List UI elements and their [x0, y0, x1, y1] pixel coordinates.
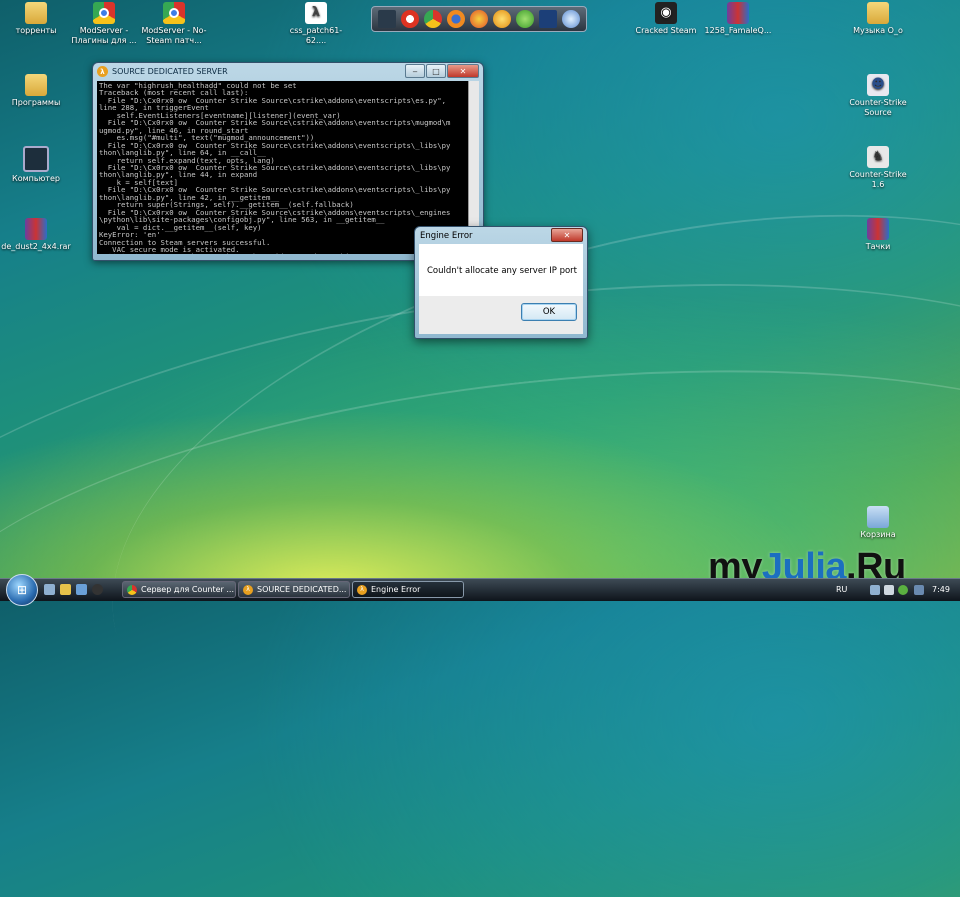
dialog-title: Engine Error	[420, 230, 473, 241]
desktop-icon-label: Компьютер	[12, 174, 60, 183]
window-controls: ‒ □ ✕	[404, 64, 479, 78]
desktop-icon-modserver-nosteam[interactable]: ModServer - No-Steam патч...	[138, 2, 210, 46]
desktop-icon-label: Музыка О_о	[853, 26, 903, 35]
desktop-icon-label: Программы	[11, 98, 61, 107]
desktop-icon-label: Counter-Strike 1.6	[849, 170, 907, 189]
monitor-tray-icon[interactable]	[914, 585, 924, 595]
close-button[interactable]: ✕	[447, 64, 479, 78]
taskbar-item-label: Engine Error	[371, 585, 421, 594]
cs16-icon: ♞	[867, 146, 889, 168]
taskbar-item-source-server[interactable]: λ SOURCE DEDICATED...	[238, 581, 350, 598]
desktop-icon-famaleq[interactable]: 1258_FamaleQ...	[702, 2, 774, 36]
desktop-icon-label: css_patch61-62....	[289, 26, 343, 45]
taskbar: ⊞ Сервер для Counter ... λ SOURCE DEDICA…	[0, 574, 960, 606]
utorrent-icon[interactable]	[516, 10, 535, 28]
start-button[interactable]: ⊞	[6, 574, 38, 606]
winrar-icon	[25, 218, 47, 240]
clock[interactable]: 7:49	[932, 585, 950, 594]
source-server-icon: λ	[243, 584, 253, 595]
desktop-icon-computer[interactable]: Компьютер	[0, 146, 72, 184]
desktop-icon-label: de_dust2_4x4.rar	[1, 242, 71, 251]
cs-source-icon: ☻	[867, 74, 889, 96]
chrome-icon	[93, 2, 115, 24]
desktop-icon-recycle-bin[interactable]: Корзина	[842, 506, 914, 540]
desktop-icon-de-dust2[interactable]: de_dust2_4x4.rar	[0, 218, 72, 252]
desktop-icon-programs[interactable]: Программы	[0, 74, 72, 108]
maximize-button[interactable]: □	[426, 64, 446, 78]
desktop-icon-modserver-plugins[interactable]: ModServer - Плагины для ...	[68, 2, 140, 46]
dialog-message: Couldn't allocate any server IP port	[419, 244, 583, 296]
desktop-icon-label: 1258_FamaleQ...	[704, 26, 772, 35]
quicklaunch-dock	[371, 6, 587, 32]
desktop-icon-label: Тачки	[865, 242, 891, 251]
console-output[interactable]: The var "highrush_healthadd" could not b…	[97, 81, 469, 254]
game-icon[interactable]	[469, 10, 488, 28]
network-tray-icon[interactable]	[870, 585, 880, 595]
desktop-icon-label: Cracked Steam	[635, 26, 697, 35]
desktop-icon-label: ModServer - Плагины для ...	[71, 26, 137, 45]
show-desktop-icon[interactable]	[44, 584, 55, 595]
desktop-icon-label: Корзина	[860, 530, 896, 539]
ok-button[interactable]: OK	[521, 303, 577, 321]
console-title: SOURCE DEDICATED SERVER	[112, 67, 228, 76]
folder-icon	[25, 2, 47, 24]
photoshop-icon[interactable]	[539, 10, 558, 28]
steam-icon: ◉	[655, 2, 677, 24]
desktop-icon-tachki[interactable]: Тачки	[842, 218, 914, 252]
engine-error-dialog[interactable]: Engine Error ✕ Couldn't allocate any ser…	[414, 226, 588, 339]
opera-icon[interactable]	[400, 10, 419, 28]
desktop-icon-cs-source[interactable]: ☻ Counter-Strike Source	[842, 74, 914, 118]
taskbar-item-label: Сервер для Counter ...	[141, 585, 234, 594]
desktop-icon-cs16[interactable]: ♞ Counter-Strike 1.6	[842, 146, 914, 190]
dialog-footer: OK	[419, 296, 583, 334]
chrome-icon	[163, 2, 185, 24]
desktop-icon-music[interactable]: Музыка О_о	[842, 2, 914, 36]
recycle-bin-icon	[867, 506, 889, 528]
desktop-icon-label: ModServer - No-Steam патч...	[141, 26, 207, 45]
desktop-icon-torrents[interactable]: торренты	[0, 2, 72, 36]
desktop-icon-cracked-steam[interactable]: ◉ Cracked Steam	[630, 2, 702, 36]
taskbar-item-server[interactable]: Сервер для Counter ...	[122, 581, 236, 598]
taskbar-item-engine-error[interactable]: λ Engine Error	[352, 581, 464, 598]
mail-icon[interactable]	[493, 10, 512, 28]
volume-tray-icon[interactable]	[884, 585, 894, 595]
monitor-icon[interactable]	[377, 10, 396, 28]
chrome-icon[interactable]	[423, 10, 442, 28]
winrar-icon	[867, 218, 889, 240]
winrar-icon	[727, 2, 749, 24]
computer-icon	[23, 146, 49, 172]
dialog-close-button[interactable]: ✕	[551, 228, 583, 242]
firefox-icon[interactable]	[446, 10, 465, 28]
language-indicator[interactable]: RU	[836, 585, 847, 594]
network-icon[interactable]	[562, 10, 581, 28]
desktop-icon-css-patch[interactable]: λ css_patch61-62....	[280, 2, 352, 46]
chrome-icon	[127, 584, 137, 595]
minimize-button[interactable]: ‒	[405, 64, 425, 78]
windows-logo-icon: ⊞	[16, 583, 28, 597]
utorrent-tray-icon[interactable]	[898, 585, 908, 595]
source-server-icon: λ	[97, 66, 108, 77]
desktop-icon-label: торренты	[15, 26, 57, 35]
source-server-icon: λ	[357, 584, 367, 595]
folder-icon	[25, 74, 47, 96]
desktop-icon-label: Counter-Strike Source	[849, 98, 907, 117]
steam-quicklaunch-icon[interactable]	[92, 584, 103, 595]
taskbar-item-label: SOURCE DEDICATED...	[257, 585, 347, 594]
folder-icon	[867, 2, 889, 24]
half-life-icon: λ	[305, 2, 327, 24]
explorer-folder-icon[interactable]	[60, 584, 71, 595]
switch-windows-icon[interactable]	[76, 584, 87, 595]
